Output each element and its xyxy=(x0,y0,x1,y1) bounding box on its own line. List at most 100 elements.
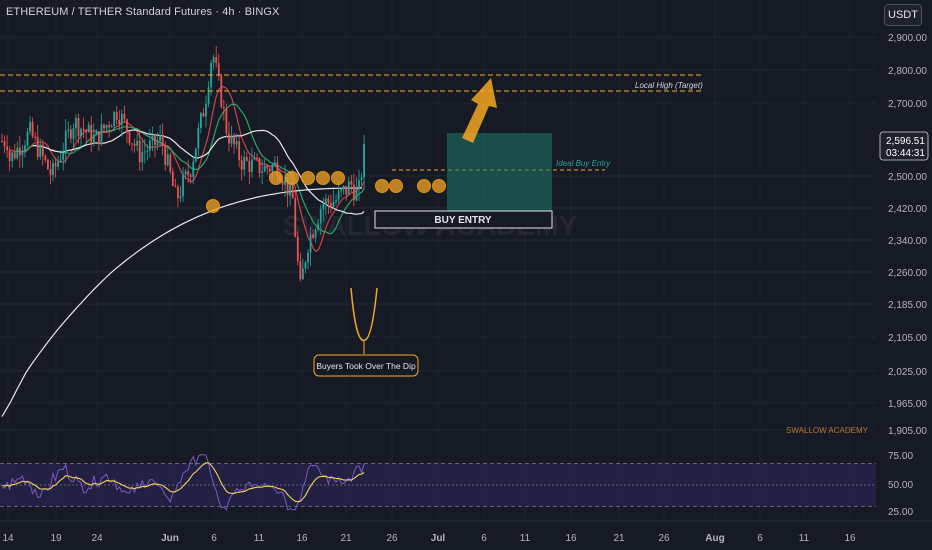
candle-body xyxy=(103,124,105,129)
candle-body xyxy=(263,165,266,172)
time-tick-label: 21 xyxy=(613,533,625,544)
candle-body xyxy=(13,152,16,159)
candle-body xyxy=(52,163,54,176)
price-tick-label: 1,965.00 xyxy=(888,399,927,410)
watermark-corner: SWALLOW ACADEMY xyxy=(786,426,869,435)
time-tick-label: Aug xyxy=(705,533,724,544)
candle-body xyxy=(330,203,332,208)
candle-body xyxy=(54,163,57,167)
candle-body xyxy=(80,128,82,137)
candle-body xyxy=(212,57,215,63)
candle-body xyxy=(299,261,302,280)
price-tick-label: 1,905.00 xyxy=(888,426,927,437)
time-tick-label: 19 xyxy=(50,533,62,544)
buy-entry-label: BUY ENTRY xyxy=(434,215,492,226)
time-tick-label: 26 xyxy=(386,533,398,544)
candle-body xyxy=(238,141,241,161)
support-circle xyxy=(331,171,345,185)
candle-body xyxy=(36,136,39,158)
candle-body xyxy=(34,136,37,138)
time-tick-label: Jul xyxy=(431,533,446,544)
candle-body xyxy=(120,113,123,125)
rsi-tick-label: 25.00 xyxy=(888,507,913,518)
candle-body xyxy=(136,140,139,146)
candle-body xyxy=(309,234,312,253)
candle-body xyxy=(189,175,192,177)
support-circle xyxy=(206,199,220,213)
candle-body xyxy=(149,140,151,151)
candle-body xyxy=(24,145,26,151)
candle-body xyxy=(39,144,42,158)
current-price-label: 2,596.51 xyxy=(886,136,925,147)
candle-body xyxy=(141,152,144,163)
candle-body xyxy=(108,125,110,128)
candle-body xyxy=(26,131,29,146)
candle-body xyxy=(8,150,11,162)
candle-body xyxy=(182,174,184,197)
time-tick-label: 16 xyxy=(844,533,856,544)
target-zone-box xyxy=(447,133,552,211)
candle-body xyxy=(47,159,49,170)
time-tick-label: 24 xyxy=(91,533,103,544)
candle-body xyxy=(251,159,253,172)
candle-body xyxy=(169,154,172,172)
candle-body xyxy=(327,198,330,204)
trading-chart[interactable]: SWALLOW ACADEMY Local High (Target) Ideal… xyxy=(0,0,932,550)
support-circle xyxy=(285,171,299,185)
candle-body xyxy=(202,113,205,117)
candle-body xyxy=(187,171,190,176)
candle-body xyxy=(29,121,31,132)
candle-body xyxy=(143,151,146,153)
candle-body xyxy=(6,146,8,151)
rsi-tick-label: 50.00 xyxy=(888,480,913,491)
candle-body xyxy=(164,146,167,165)
candle-body xyxy=(322,204,325,210)
candle-body xyxy=(95,131,98,135)
candle-body xyxy=(222,107,225,109)
candle-body xyxy=(67,129,70,131)
candle-body xyxy=(317,223,320,230)
time-tick-label: 11 xyxy=(254,533,265,544)
candle-body xyxy=(268,168,271,172)
candle-body xyxy=(235,141,238,145)
time-tick-label: 6 xyxy=(481,533,487,544)
candle-body xyxy=(217,63,220,76)
time-tick-label: 26 xyxy=(658,533,670,544)
time-tick-label: 11 xyxy=(520,533,531,544)
candle-body xyxy=(174,185,177,187)
support-circle xyxy=(301,171,315,185)
candle-body xyxy=(100,124,103,145)
time-tick-label: 6 xyxy=(757,533,763,544)
candle-body xyxy=(296,236,299,262)
currency-button[interactable]: USDT xyxy=(884,4,922,26)
support-circle xyxy=(316,171,330,185)
candle-body xyxy=(131,143,133,145)
candle-body xyxy=(57,161,59,167)
candle-body xyxy=(92,134,95,144)
candle-body xyxy=(3,141,6,147)
target-label: Local High (Target) xyxy=(635,81,703,90)
candle-body xyxy=(18,147,21,156)
candle-body xyxy=(205,103,207,117)
candle-body xyxy=(353,184,355,201)
candle-body xyxy=(192,161,195,177)
candle-body xyxy=(133,143,136,146)
countdown-label: 03:44:31 xyxy=(886,148,925,159)
candle-body xyxy=(159,134,161,141)
candle-body xyxy=(363,143,365,178)
candle-body xyxy=(90,125,93,144)
candle-body xyxy=(347,181,350,195)
candle-body xyxy=(69,129,72,139)
candle-body xyxy=(271,164,274,172)
candle-body xyxy=(16,147,19,159)
price-tick-label: 2,025.00 xyxy=(888,367,927,378)
candle-body xyxy=(77,117,80,137)
candle-body xyxy=(228,133,230,144)
candle-body xyxy=(179,196,182,199)
symbol-title: ETHEREUM / TETHER Standard Futures · 4h … xyxy=(6,6,280,18)
candle-body xyxy=(319,209,322,224)
candle-body xyxy=(304,262,307,269)
candle-body xyxy=(355,187,358,201)
candle-body xyxy=(49,169,52,176)
candle-body xyxy=(115,111,118,120)
